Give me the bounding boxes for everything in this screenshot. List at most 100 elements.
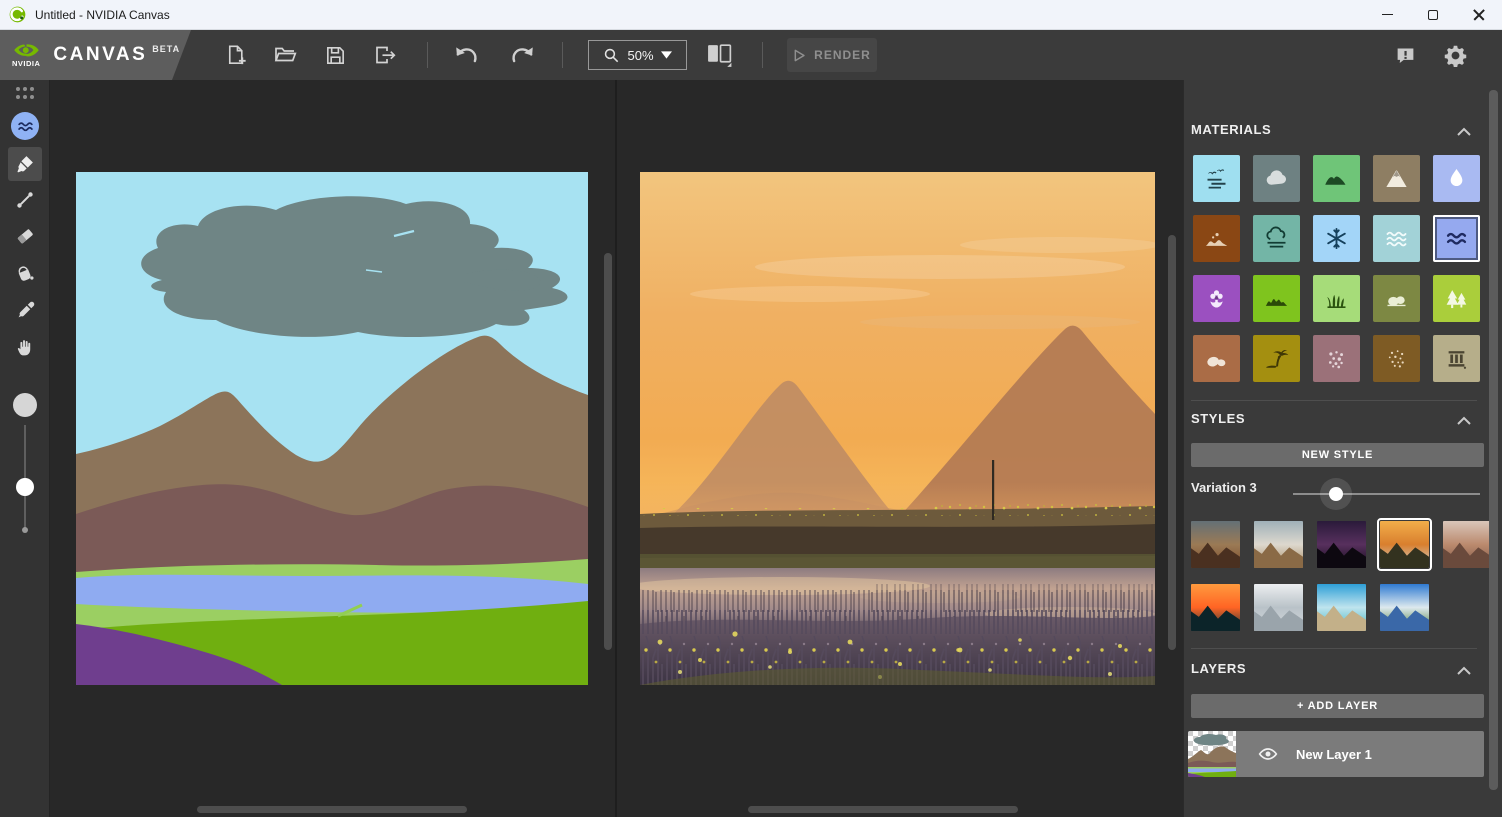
sky-icon [1203, 165, 1230, 192]
split-view-icon [706, 42, 734, 68]
fill-tool[interactable] [8, 256, 42, 290]
layer-item[interactable]: New Layer 1 [1188, 731, 1484, 777]
brush-size-slider-thumb[interactable] [16, 478, 34, 496]
material-soil[interactable] [1373, 335, 1420, 382]
active-material-swatch[interactable] [11, 112, 39, 140]
material-sand[interactable] [1253, 335, 1300, 382]
material-flower[interactable] [1193, 275, 1240, 322]
variation-slider-track[interactable] [1293, 493, 1480, 495]
material-gravel[interactable] [1313, 335, 1360, 382]
material-grass[interactable] [1253, 275, 1300, 322]
dirt-icon [1203, 225, 1230, 252]
app-icon [9, 6, 26, 23]
export-button[interactable] [368, 38, 402, 72]
close-button[interactable] [1456, 0, 1502, 29]
brush-size-slider-track[interactable] [24, 425, 26, 528]
style-thumbnail-landscape [1191, 584, 1240, 631]
style-thumbnail-starry-arch[interactable] [1317, 521, 1366, 568]
style-thumbnail-ocean-sunset[interactable] [1191, 584, 1240, 631]
material-tree[interactable] [1433, 275, 1480, 322]
sea-icon [1383, 225, 1410, 252]
settings-button[interactable] [1438, 38, 1472, 72]
new-style-button[interactable]: NEW STYLE [1191, 443, 1484, 467]
style-thumbnail-tropical-beach[interactable] [1317, 584, 1366, 631]
flower-icon [1203, 285, 1230, 312]
settings-gear-icon [1444, 44, 1467, 67]
line-icon [14, 189, 36, 211]
save-button[interactable] [318, 38, 352, 72]
minimize-icon [1382, 14, 1393, 16]
rendered-canvas[interactable] [640, 172, 1155, 685]
material-bush[interactable] [1373, 275, 1420, 322]
open-file-button[interactable] [268, 38, 302, 72]
split-view-button[interactable] [703, 38, 737, 72]
style-thumbnail-clouds-over-peaks[interactable] [1254, 521, 1303, 568]
layers-collapse-chevron-icon[interactable] [1456, 665, 1472, 677]
segmentation-canvas[interactable] [76, 172, 588, 685]
mountain-icon [1383, 165, 1410, 192]
feedback-bubble-icon [1395, 45, 1416, 66]
redo-icon [510, 44, 536, 66]
materials-collapse-chevron-icon[interactable] [1456, 126, 1472, 138]
redo-button[interactable] [506, 38, 540, 72]
new-file-button[interactable] [219, 38, 253, 72]
style-thumbnail-alpine-lake[interactable] [1380, 584, 1429, 631]
material-mountain[interactable] [1373, 155, 1420, 202]
add-layer-button[interactable]: + ADD LAYER [1191, 694, 1484, 718]
minimize-button[interactable] [1364, 0, 1410, 29]
snow-icon [1323, 225, 1350, 252]
style-thumbnail-foggy-snow-peaks[interactable] [1254, 584, 1303, 631]
material-stone[interactable] [1193, 335, 1240, 382]
river-icon [1443, 225, 1470, 252]
pan-tool[interactable] [8, 330, 42, 364]
river-waves-icon [17, 120, 34, 133]
material-fog[interactable] [1253, 215, 1300, 262]
style-thumbnail-desert-monuments[interactable] [1191, 521, 1240, 568]
titlebar: Untitled - NVIDIA Canvas [0, 0, 1502, 30]
ruins-icon [1443, 345, 1470, 372]
style-thumbnail-landscape [1380, 521, 1429, 568]
style-thumbnail-rocky-summit[interactable] [1443, 521, 1492, 568]
materials-header: MATERIALS [1191, 122, 1271, 137]
undo-button[interactable] [449, 38, 483, 72]
material-river[interactable] [1433, 215, 1480, 262]
paintbrush-tool[interactable] [8, 147, 42, 181]
panel-scrollbar[interactable] [1489, 90, 1498, 790]
right-pane-vertical-scrollbar[interactable] [1168, 235, 1176, 650]
material-snow[interactable] [1313, 215, 1360, 262]
gallery-grid-button[interactable] [8, 76, 42, 110]
close-icon [1473, 9, 1485, 21]
material-picker-tool[interactable] [8, 293, 42, 327]
gravel-icon [1323, 345, 1350, 372]
material-cloud[interactable] [1253, 155, 1300, 202]
material-straw[interactable] [1313, 275, 1360, 322]
left-pane-vertical-scrollbar[interactable] [604, 253, 612, 650]
tool-sidebar [0, 80, 50, 817]
zoom-level-dropdown[interactable]: 50% [588, 40, 687, 70]
palm-icon [1263, 345, 1290, 372]
maximize-button[interactable] [1410, 0, 1456, 29]
layer-visibility-eye-icon[interactable] [1258, 747, 1278, 761]
hill-icon [1323, 165, 1350, 192]
right-pane-horizontal-scrollbar[interactable] [748, 806, 1018, 813]
material-dirt[interactable] [1193, 215, 1240, 262]
left-pane-horizontal-scrollbar[interactable] [197, 806, 467, 813]
variation-slider-thumb[interactable] [1329, 487, 1343, 501]
material-water[interactable] [1433, 155, 1480, 202]
eraser-tool[interactable] [8, 219, 42, 253]
feedback-button[interactable] [1388, 38, 1422, 72]
open-folder-icon [273, 43, 297, 67]
style-thumbnail-landscape [1317, 584, 1366, 631]
style-thumbnail-sunset-fog-valley[interactable] [1380, 521, 1429, 568]
line-tool[interactable] [8, 183, 42, 217]
styles-collapse-chevron-icon[interactable] [1456, 415, 1472, 427]
material-sky[interactable] [1193, 155, 1240, 202]
material-hill[interactable] [1313, 155, 1360, 202]
style-thumbnail-landscape [1191, 521, 1240, 568]
beta-badge: BETA [152, 44, 180, 54]
render-button[interactable]: RENDER [787, 38, 877, 72]
style-thumbnail-landscape [1380, 584, 1429, 631]
material-sea[interactable] [1373, 215, 1420, 262]
layers-header: LAYERS [1191, 661, 1246, 676]
material-ruins[interactable] [1433, 335, 1480, 382]
